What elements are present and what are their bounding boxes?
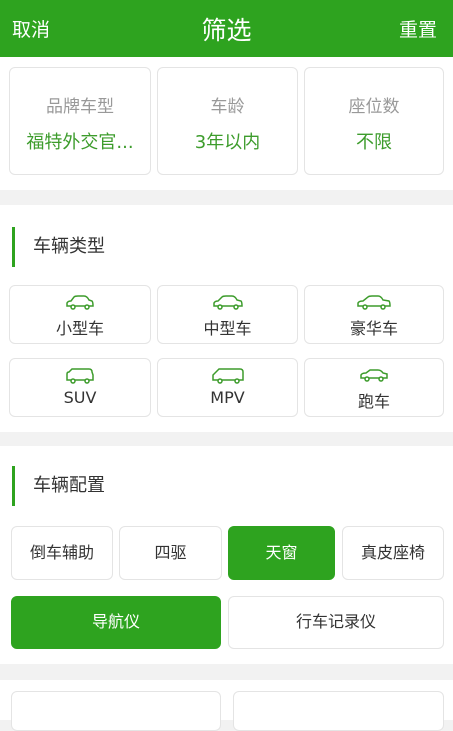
suv-icon — [66, 368, 94, 384]
option-reverse-assist[interactable]: 倒车辅助 — [11, 526, 113, 580]
option-dashcam[interactable]: 行车记录仪 — [228, 596, 444, 649]
next-panel — [0, 680, 453, 731]
small-car-icon — [66, 295, 94, 310]
brand-model-value: 福特外交官... — [26, 132, 134, 153]
option-navigation[interactable]: 导航仪 — [11, 596, 221, 649]
mpv-icon — [211, 368, 244, 384]
car-age-label: 车龄 — [210, 97, 245, 117]
vehicle-type-label: SUV — [63, 388, 97, 407]
reset-button[interactable]: 重置 — [399, 15, 437, 42]
vehicle-type-label: 豪华车 — [349, 319, 398, 338]
seat-count-selector[interactable]: 座位数 不限 — [304, 67, 444, 175]
option-4wd[interactable]: 四驱 — [119, 526, 222, 580]
option-sunroof[interactable]: 天窗 — [228, 526, 335, 580]
vehicle-config-title: 车辆配置 — [12, 466, 105, 506]
vehicle-type-label: 跑车 — [357, 392, 390, 411]
luxury-car-icon — [357, 295, 391, 310]
summary-panel: 品牌车型 福特外交官... 车龄 3年以内 座位数 不限 — [0, 57, 453, 190]
vehicle-type-panel: 车辆类型 小型车 中型车 豪华车 SUV MPV 跑车 — [0, 205, 453, 432]
sports-car-icon — [360, 369, 388, 382]
vehicle-type-small-car[interactable]: 小型车 — [9, 285, 151, 344]
brand-model-selector[interactable]: 品牌车型 福特外交官... — [9, 67, 151, 175]
vehicle-type-mpv[interactable]: MPV — [157, 358, 298, 417]
vehicle-type-midsize-car[interactable]: 中型车 — [157, 285, 298, 344]
next-option-left[interactable] — [11, 691, 221, 731]
vehicle-type-label: MPV — [210, 388, 245, 407]
vehicle-config-panel: 车辆配置 倒车辅助 四驱 天窗 真皮座椅 导航仪 行车记录仪 — [0, 446, 453, 664]
vehicle-type-label: 中型车 — [203, 319, 252, 338]
seat-count-value: 不限 — [356, 132, 392, 153]
brand-model-label: 品牌车型 — [46, 97, 114, 117]
midsize-car-icon — [212, 295, 243, 310]
page-title: 筛选 — [201, 16, 252, 45]
car-age-selector[interactable]: 车龄 3年以内 — [157, 67, 298, 175]
vehicle-type-luxury-car[interactable]: 豪华车 — [304, 285, 444, 344]
top-bar: 取消 筛选 重置 — [0, 0, 453, 57]
car-age-value: 3年以内 — [194, 132, 261, 153]
vehicle-type-label: 小型车 — [55, 319, 104, 338]
next-option-right[interactable] — [233, 691, 444, 731]
vehicle-type-title: 车辆类型 — [12, 227, 105, 267]
seat-count-label: 座位数 — [348, 97, 400, 117]
vehicle-type-sports-car[interactable]: 跑车 — [304, 358, 444, 417]
vehicle-type-suv[interactable]: SUV — [9, 358, 151, 417]
option-leather-seats[interactable]: 真皮座椅 — [342, 526, 444, 580]
